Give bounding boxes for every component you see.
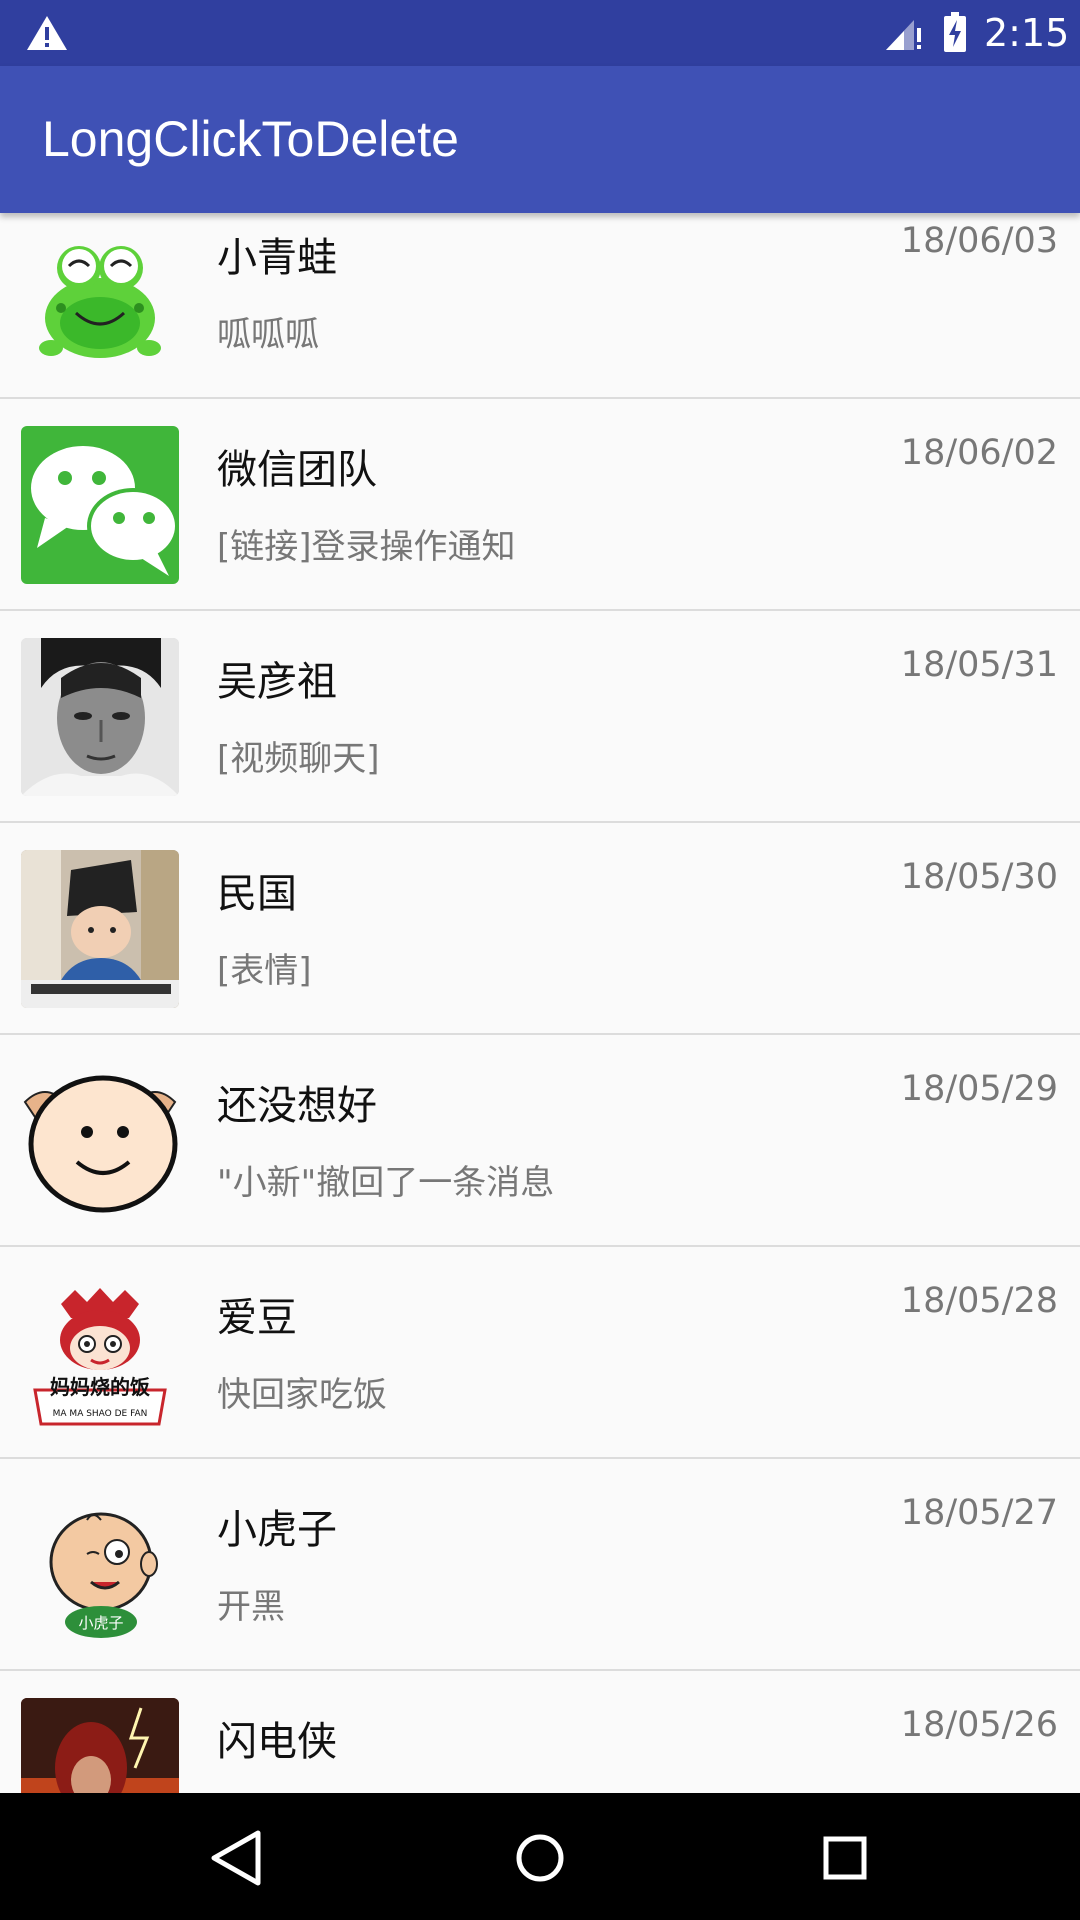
- message-date: 18/06/03: [900, 221, 1058, 261]
- list-item[interactable]: 微信团队 [链接]登录操作通知 18/06/02: [0, 399, 1080, 611]
- navigation-bar: [0, 1793, 1080, 1920]
- last-message: 开黑: [217, 1587, 285, 1627]
- mama-logo-subtext: MA MA SHAO DE FAN: [53, 1409, 148, 1419]
- contact-name: 吴彦祖: [217, 659, 337, 705]
- app-bar: LongClickToDelete: [0, 66, 1080, 213]
- contact-name: 爱豆: [217, 1295, 297, 1341]
- wechat-avatar: [21, 426, 179, 584]
- status-time: 2:15: [984, 11, 1070, 55]
- message-date: 18/05/27: [900, 1493, 1058, 1533]
- contact-name: 闪电侠: [217, 1719, 337, 1765]
- message-date: 18/05/30: [900, 857, 1058, 897]
- list-item[interactable]: 闪电侠 18/05/26: [0, 1671, 1080, 1793]
- portrait-avatar: [21, 638, 179, 796]
- flash-avatar: [21, 1698, 179, 1793]
- last-message: 呱呱呱: [217, 315, 319, 355]
- tiger-badge-text: 小虎子: [78, 1614, 123, 1632]
- mama-logo-text: 妈妈烧的饭: [50, 1375, 150, 1399]
- last-message: [链接]登录操作通知: [217, 527, 516, 567]
- back-icon[interactable]: [200, 1823, 270, 1893]
- list-item[interactable]: 小虎子 小虎子 开黑 18/05/27: [0, 1459, 1080, 1671]
- warning-icon: [27, 16, 67, 50]
- list-item[interactable]: 小青蛙 呱呱呱 18/06/03: [0, 213, 1080, 399]
- contact-name: 小虎子: [217, 1507, 337, 1553]
- status-bar: 2:15: [0, 0, 1080, 66]
- last-message: 快回家吃饭: [217, 1375, 387, 1415]
- contact-name: 微信团队: [217, 447, 377, 493]
- list-item[interactable]: 妈妈烧的饭 MA MA SHAO DE FAN 爱豆 快回家吃饭 18/05/2…: [0, 1247, 1080, 1459]
- signal-icon: [886, 20, 921, 50]
- conversation-list[interactable]: 小青蛙 呱呱呱 18/06/03 微信团队 [链接]登录操作通知 18/06/0…: [0, 213, 1080, 1793]
- message-date: 18/05/31: [900, 645, 1058, 685]
- contact-name: 民国: [217, 871, 297, 917]
- frog-avatar: [21, 213, 179, 366]
- last-message: "小新"撤回了一条消息: [217, 1163, 555, 1203]
- list-item[interactable]: 还没想好 "小新"撤回了一条消息 18/05/29: [0, 1035, 1080, 1247]
- last-message: [表情]: [217, 951, 312, 991]
- smiley-avatar: [21, 1062, 179, 1220]
- contact-name: 小青蛙: [217, 235, 337, 281]
- cartoon-boy-avatar: 小虎子: [21, 1486, 179, 1644]
- last-message: [视频聊天]: [217, 739, 380, 779]
- recents-icon[interactable]: [810, 1823, 880, 1893]
- app-title: LongClickToDelete: [42, 111, 459, 167]
- message-date: 18/06/02: [900, 433, 1058, 473]
- list-item[interactable]: 吴彦祖 [视频聊天] 18/05/31: [0, 611, 1080, 823]
- child-avatar: [21, 850, 179, 1008]
- battery-charging-icon: [944, 12, 966, 52]
- message-date: 18/05/26: [900, 1705, 1058, 1745]
- list-item[interactable]: 民国 [表情] 18/05/30: [0, 823, 1080, 1035]
- home-icon[interactable]: [505, 1823, 575, 1893]
- contact-name: 还没想好: [217, 1083, 377, 1129]
- message-date: 18/05/28: [900, 1281, 1058, 1321]
- mama-logo-avatar: 妈妈烧的饭 MA MA SHAO DE FAN: [21, 1274, 179, 1432]
- message-date: 18/05/29: [900, 1069, 1058, 1109]
